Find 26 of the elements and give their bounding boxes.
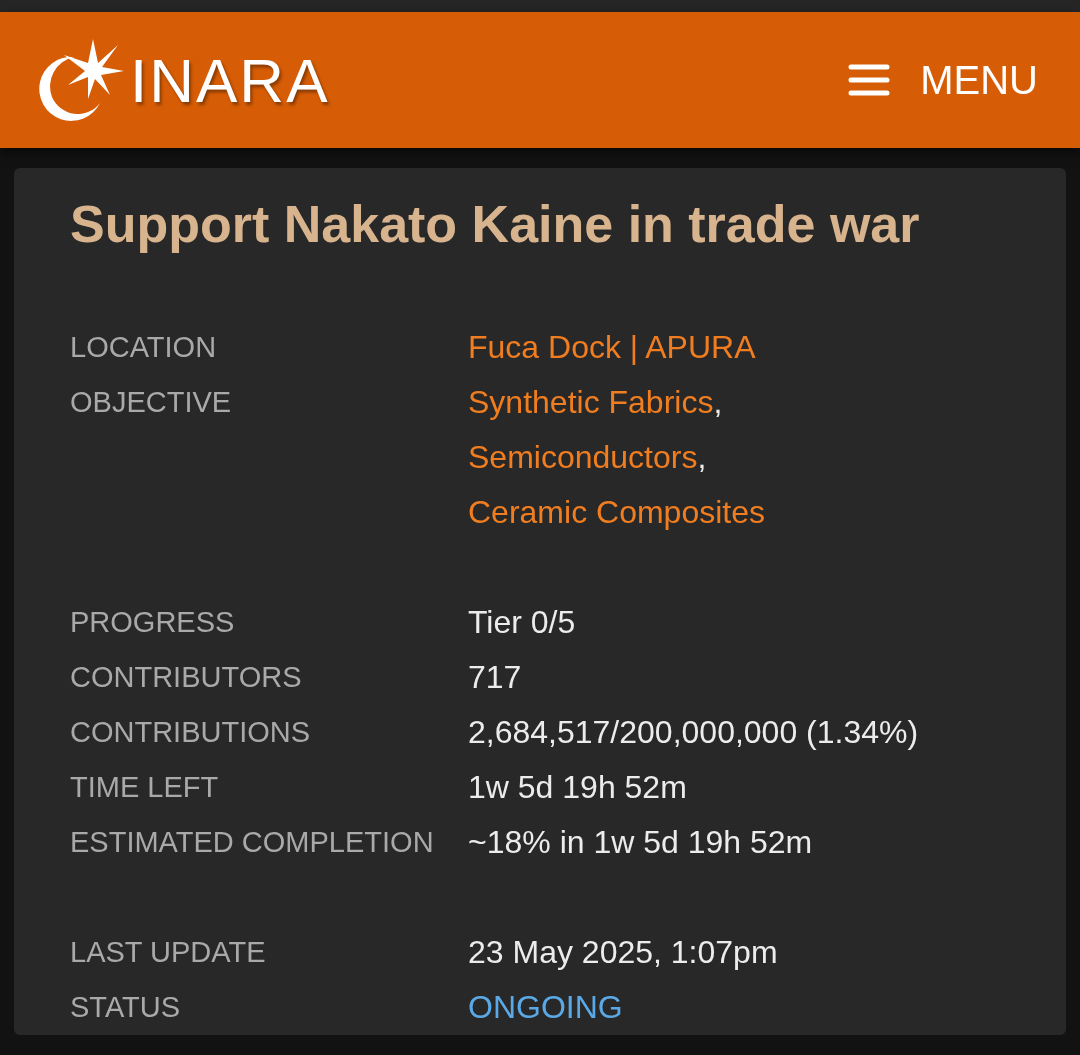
field-value: 2,684,517/200,000,000 (1.34%) [468, 713, 920, 752]
field-label: STATUS [70, 990, 182, 1025]
field-label: CONTRIBUTIONS [70, 715, 312, 750]
status-value: ONGOING [468, 988, 624, 1027]
field-label: PROGRESS [70, 605, 236, 640]
field-value: 717 [468, 658, 523, 697]
separator-comma: , [697, 439, 707, 475]
field-label: TIME LEFT [70, 770, 220, 805]
field-label: ESTIMATED COMPLETION [70, 825, 435, 860]
objective-link[interactable]: Semiconductors [468, 439, 698, 475]
objective-link[interactable]: Ceramic Composites [468, 494, 765, 530]
field-label: CONTRIBUTORS [70, 660, 303, 695]
field-label: OBJECTIVE [70, 385, 233, 420]
field-label: LAST UPDATE [70, 935, 267, 970]
page-title: Support Nakato Kaine in trade war [70, 194, 921, 254]
menu-icon [848, 64, 891, 96]
field-value: ~18% in 1w 5d 19h 52m [468, 823, 814, 862]
field-value: 1w 5d 19h 52m [468, 768, 688, 807]
objective-link[interactable]: Fuca Dock | APURA [468, 329, 756, 365]
field-label: LOCATION [70, 330, 218, 365]
field-value: 23 May 2025, 1:07pm [468, 933, 779, 972]
objective-link[interactable]: Synthetic Fabrics [468, 384, 714, 420]
logo-text: INARA [130, 44, 330, 116]
field-value: Tier 0/5 [468, 603, 577, 642]
menu-button[interactable]: MENU [848, 57, 1038, 103]
separator-comma: , [713, 384, 723, 420]
